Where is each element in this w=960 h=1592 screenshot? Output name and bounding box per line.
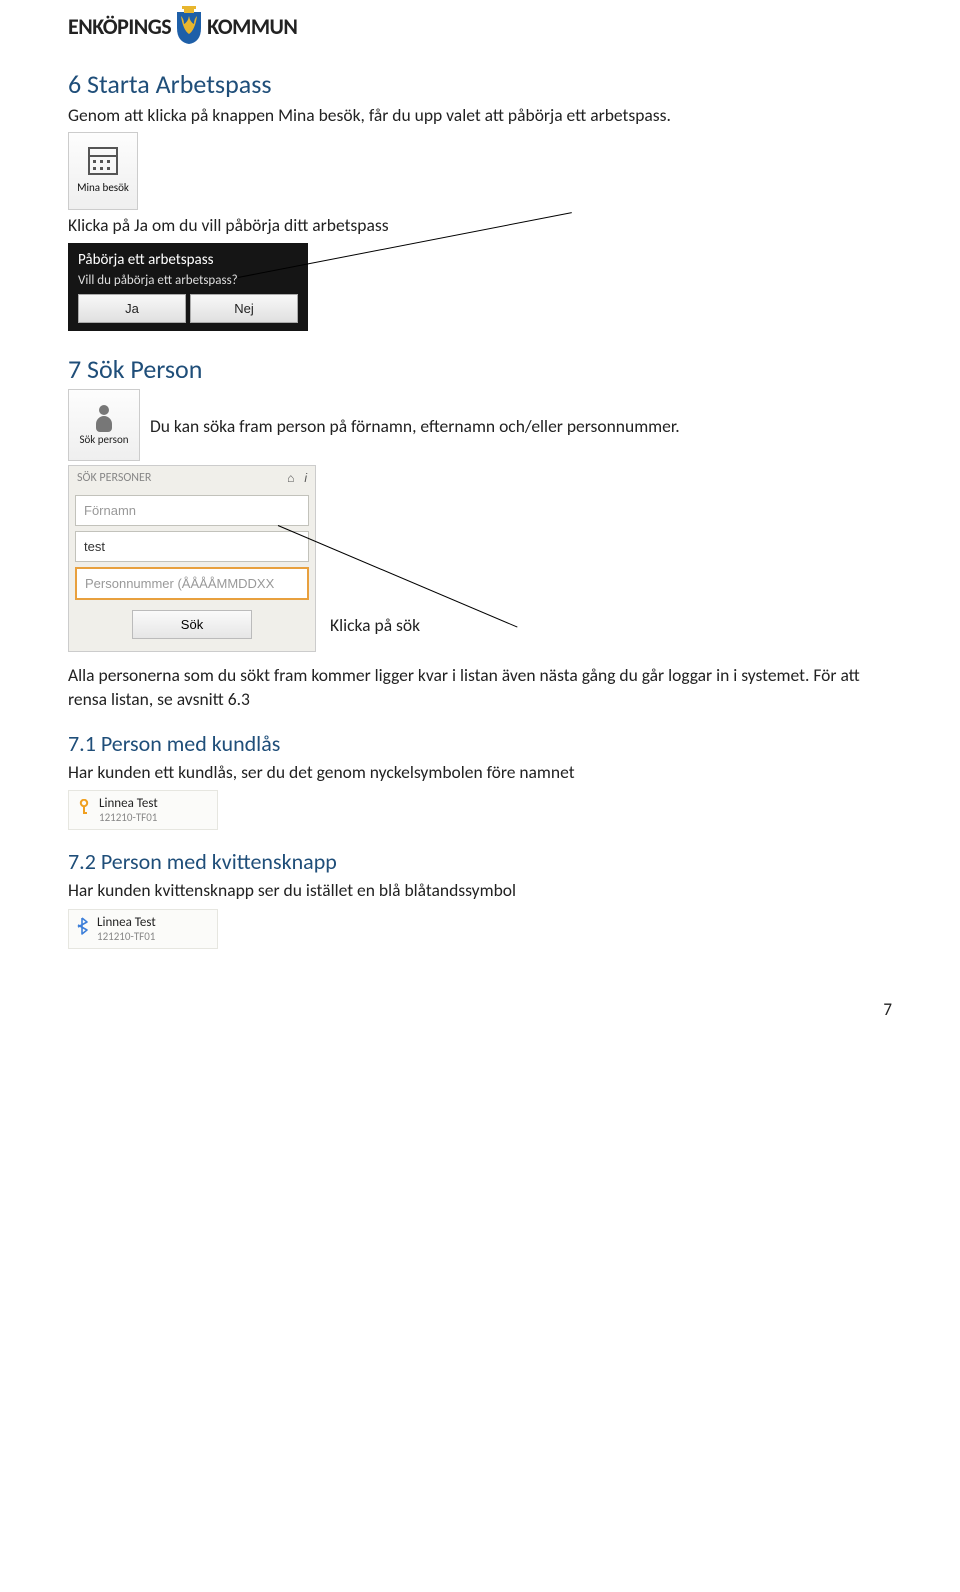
sec6-intro: Genom att klicka på knappen Mina besök, … [68, 104, 892, 128]
sec71-body: Har kunden ett kundlås, ser du det genom… [68, 761, 892, 785]
sok-person-button[interactable]: Sök person [68, 389, 140, 461]
person-name: Linnea Test [97, 915, 156, 930]
sec7-desc: Du kan söka fram person på förnamn, efte… [150, 415, 680, 439]
page-number: 7 [68, 999, 892, 1020]
person-id: 121210-TF01 [99, 811, 158, 824]
heading-person-kvittensknapp: 7.2 Person med kvittensknapp [68, 848, 892, 875]
calendar-icon [88, 147, 118, 175]
start-shift-dialog: Påbörja ett arbetspass Vill du påbörja e… [68, 243, 308, 331]
mina-besok-button[interactable]: Mina besök [68, 132, 138, 210]
heading-starta-arbetspass: 6 Starta Arbetspass [68, 68, 892, 100]
fornamn-input[interactable] [75, 495, 309, 526]
logo-left: ENKÖPINGS [68, 13, 171, 40]
crest-icon [175, 6, 203, 46]
efternamn-input[interactable] [75, 531, 309, 562]
personnummer-input[interactable] [75, 567, 309, 600]
sec6-instr2: Klicka på Ja om du vill påbörja ditt arb… [68, 214, 892, 238]
person-icon [95, 405, 113, 433]
info-icon[interactable]: i [304, 471, 307, 485]
person-entry-kvittens[interactable]: Linnea Test 121210-TF01 [68, 909, 218, 949]
bluetooth-icon [77, 917, 89, 940]
person-name: Linnea Test [99, 796, 158, 811]
ja-button[interactable]: Ja [78, 294, 186, 323]
klicka-pa-sok-label: Klicka på sök [330, 614, 420, 652]
sec72-body: Har kunden kvittensknapp ser du istället… [68, 879, 892, 903]
logo-right: KOMMUN [207, 13, 297, 40]
person-id: 121210-TF01 [97, 930, 156, 943]
sec7-after: Alla personerna som du sökt fram kommer … [68, 664, 892, 711]
sok-person-label: Sök person [79, 433, 128, 446]
key-icon [77, 799, 91, 822]
search-panel: SÖK PERSONER ⌂ i Sök [68, 465, 316, 652]
person-entry-kundlas[interactable]: Linnea Test 121210-TF01 [68, 790, 218, 830]
heading-person-kundlas: 7.1 Person med kundlås [68, 730, 892, 757]
mina-besok-label: Mina besök [77, 181, 129, 194]
panel-head: SÖK PERSONER [77, 471, 151, 485]
heading-sok-person: 7 Sök Person [68, 353, 892, 385]
sok-button[interactable]: Sök [132, 610, 252, 639]
home-icon[interactable]: ⌂ [287, 471, 294, 485]
dialog-msg: Vill du påbörja ett arbetspass? [78, 273, 298, 288]
org-logo: ENKÖPINGS KOMMUN [68, 6, 892, 46]
nej-button[interactable]: Nej [190, 294, 298, 323]
dialog-title: Påbörja ett arbetspass [78, 251, 298, 269]
